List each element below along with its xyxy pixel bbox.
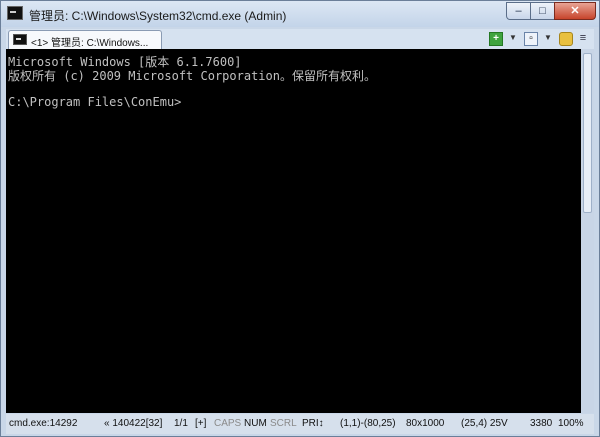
status-bar: cmd.exe:14292 « 140422[32] 1/1 [+] CAPS … <box>6 414 594 434</box>
split-view-dropdown-icon[interactable]: ▼ <box>541 32 555 46</box>
maximize-button[interactable]: □ <box>530 2 555 20</box>
scrollbar-thumb[interactable] <box>583 53 592 213</box>
status-console-index[interactable]: 1/1 <box>174 418 188 429</box>
status-num[interactable]: NUM <box>244 418 267 429</box>
console-app-icon[interactable] <box>7 6 23 20</box>
tab-label: <1> 管理员: C:\Windows... <box>31 38 149 49</box>
status-buffer[interactable]: 80x1000 <box>406 418 444 429</box>
status-plus[interactable]: [+] <box>195 418 206 429</box>
console-prompt: C:\Program Files\ConEmu> <box>8 95 182 109</box>
minimize-button[interactable]: – <box>506 2 531 20</box>
lock-icon[interactable] <box>559 32 573 46</box>
new-console-dropdown-icon[interactable]: ▼ <box>506 32 520 46</box>
split-view-button[interactable]: ▫ <box>524 32 538 46</box>
new-console-button[interactable]: + <box>489 32 503 46</box>
status-pid-info[interactable]: « 140422[32] <box>104 418 162 429</box>
title-bar[interactable]: 管理员: C:\Windows\System32\cmd.exe (Admin)… <box>1 1 599 27</box>
status-process[interactable]: cmd.exe:14292 <box>9 418 77 429</box>
status-cursor[interactable]: (25,4) 25V <box>461 418 508 429</box>
conemu-window: 管理员: C:\Windows\System32\cmd.exe (Admin)… <box>0 0 600 437</box>
status-zoom[interactable]: 100% <box>558 418 584 429</box>
status-priority[interactable]: PRI↕ <box>302 418 324 429</box>
vertical-scrollbar[interactable] <box>581 49 594 413</box>
window-title: 管理员: C:\Windows\System32\cmd.exe (Admin) <box>29 9 287 23</box>
close-button[interactable]: ✕ <box>554 2 596 20</box>
menu-icon[interactable]: ≡ <box>576 32 590 46</box>
console-tab-icon <box>13 34 27 45</box>
console-line: 版权所有 (c) 2009 Microsoft Corporation。保留所有… <box>8 69 376 83</box>
status-selection[interactable]: (1,1)-(80,25) <box>340 418 396 429</box>
console-output[interactable]: Microsoft Windows [版本 6.1.7600] 版权所有 (c)… <box>6 49 581 413</box>
tab-console-1[interactable]: <1> 管理员: C:\Windows... <box>8 30 162 49</box>
tab-bar: <1> 管理员: C:\Windows... + ▼ ▫ ▼ ≡ <box>6 29 594 49</box>
status-value[interactable]: 3380 <box>530 418 552 429</box>
status-caps[interactable]: CAPS <box>214 418 241 429</box>
status-scrl[interactable]: SCRL <box>270 418 297 429</box>
